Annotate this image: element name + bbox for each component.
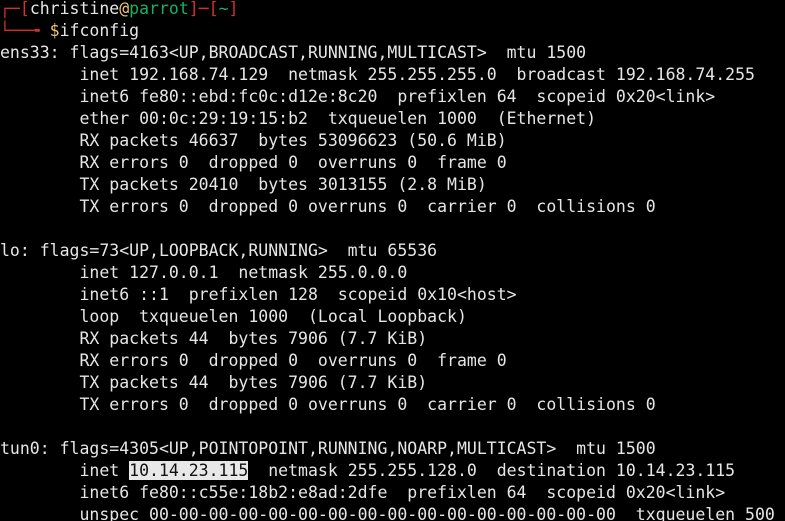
- tun0-header: tun0: flags=4305<UP,POINTOPOINT,RUNNING,…: [0, 439, 656, 458]
- ens33-inet: inet 192.168.74.129 netmask 255.255.255.…: [0, 65, 755, 84]
- lo-tx-errors: TX errors 0 dropped 0 overruns 0 carrier…: [0, 395, 656, 414]
- prompt-cwd: ~: [218, 0, 229, 18]
- prompt-line-command: └──╼ $ifconfig: [0, 20, 139, 42]
- prompt-user: christine: [29, 0, 120, 18]
- ens33-rx-packets: RX packets 46637 bytes 53096623 (50.6 Mi…: [0, 131, 507, 150]
- prompt-host: parrot: [129, 0, 189, 18]
- ens33-tx-packets: TX packets 20410 bytes 3013155 (2.8 MiB): [0, 175, 487, 194]
- lo-rx-packets: RX packets 44 bytes 7906 (7.7 KiB): [0, 329, 428, 348]
- tun0-inet-label: inet: [0, 461, 130, 480]
- terminal-window[interactable]: ┌─[christine@parrot]─[~] └──╼ $ifconfig …: [0, 0, 785, 521]
- prompt-frame-close: ]: [228, 0, 239, 18]
- tun0-inet-rest: netmask 255.255.128.0 destination 10.14.…: [248, 461, 736, 480]
- prompt-symbol: $: [49, 21, 60, 40]
- tun0-inet6: inet6 fe80::c55e:18b2:e8ad:2dfe prefixle…: [0, 483, 726, 502]
- ens33-header: ens33: flags=4163<UP,BROADCAST,RUNNING,M…: [0, 43, 587, 62]
- lo-inet6: inet6 ::1 prefixlen 128 scopeid 0x10<hos…: [0, 285, 517, 304]
- ens33-rx-errors: RX errors 0 dropped 0 overruns 0 frame 0: [0, 153, 507, 172]
- tun0-unspec: unspec 00-00-00-00-00-00-00-00-00-00-00-…: [0, 505, 775, 521]
- selected-ip-address[interactable]: 10.14.23.115: [129, 461, 249, 480]
- prompt-line-top: ┌─[christine@parrot]─[~]: [0, 0, 238, 20]
- prompt-frame-sep: ]─[: [188, 0, 219, 18]
- ens33-ether: ether 00:0c:29:19:15:b2 txqueuelen 1000 …: [0, 109, 597, 128]
- ens33-inet6: inet6 fe80::ebd:fc0c:d12e:8c20 prefixlen…: [0, 87, 716, 106]
- lo-header: lo: flags=73<UP,LOOPBACK,RUNNING> mtu 65…: [0, 241, 438, 260]
- lo-tx-packets: TX packets 44 bytes 7906 (7.7 KiB): [0, 373, 428, 392]
- lo-loop: loop txqueuelen 1000 (Local Loopback): [0, 307, 467, 326]
- lo-inet: inet 127.0.0.1 netmask 255.0.0.0: [0, 263, 408, 282]
- prompt-frame-bottom: └──╼: [0, 21, 50, 40]
- ens33-tx-errors: TX errors 0 dropped 0 overruns 0 carrier…: [0, 197, 656, 216]
- prompt-frame-left: ┌─[: [0, 0, 30, 18]
- lo-rx-errors: RX errors 0 dropped 0 overruns 0 frame 0: [0, 351, 507, 370]
- prompt-at: @: [119, 0, 130, 18]
- tun0-inet: inet 10.14.23.115 netmask 255.255.128.0 …: [0, 460, 735, 482]
- command-text: ifconfig: [59, 21, 140, 40]
